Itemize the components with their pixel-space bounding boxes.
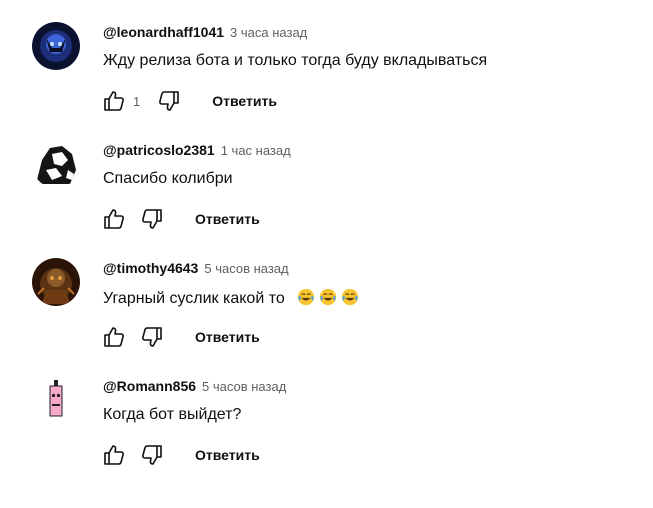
thumbs-down-icon: [159, 91, 180, 111]
thumbs-up-icon: [104, 327, 124, 347]
thumbs-up-icon: [104, 91, 124, 111]
comment-actions: Ответить: [101, 324, 260, 350]
like-button[interactable]: [101, 88, 127, 114]
avatar[interactable]: [32, 22, 80, 70]
face-with-tears-of-joy-icon: [342, 288, 359, 306]
reply-button[interactable]: Ответить: [195, 211, 260, 227]
comment-actions: Ответить: [101, 442, 260, 468]
comment-thread-item: @timothy4643 5 часов назад Угарный суслик…: [0, 236, 653, 354]
comment-text: Спасибо колибри: [103, 170, 233, 187]
reply-button[interactable]: Ответить: [195, 329, 260, 345]
comment-actions: Ответить: [101, 206, 260, 232]
thumbs-down-icon: [142, 445, 162, 465]
comment-thread-item: @Romann856 5 часов назад Когда бот выйдет…: [0, 354, 653, 472]
comment-text: Угарный суслик какой то: [103, 288, 359, 308]
dislike-button[interactable]: [139, 442, 165, 468]
comment-actions: 1 Ответить: [101, 88, 277, 114]
face-with-tears-of-joy-icon: [298, 288, 315, 306]
comment-thread-item: @patricoslo2381 1 час назад Спасибо колиб…: [0, 118, 653, 236]
comment-timestamp[interactable]: 5 часов назад: [202, 379, 286, 394]
avatar[interactable]: [32, 376, 80, 424]
reply-button[interactable]: Ответить: [195, 447, 260, 463]
comment-timestamp[interactable]: 5 часов назад: [204, 261, 288, 276]
reply-button[interactable]: Ответить: [212, 93, 277, 109]
comment-author[interactable]: @Romann856: [103, 378, 196, 394]
thumbs-down-icon: [142, 209, 162, 229]
dislike-button[interactable]: [156, 88, 182, 114]
comment-text: Жду релиза бота и только тогда буду вкла…: [103, 52, 488, 69]
like-button[interactable]: [101, 442, 127, 468]
like-button[interactable]: [101, 206, 127, 232]
comment-thread-item: @leonardhaff1041 3 часа назад Жду релиза …: [0, 0, 653, 118]
emoji-row: [293, 288, 359, 307]
avatar[interactable]: [32, 140, 80, 188]
avatar[interactable]: [32, 258, 80, 306]
comment-text: Когда бот выйдет?: [103, 406, 242, 423]
comment-text-body: Угарный суслик какой то: [103, 290, 285, 307]
like-count: 1: [133, 93, 141, 109]
dislike-button[interactable]: [139, 324, 165, 350]
thumbs-up-icon: [104, 445, 124, 465]
comment-timestamp[interactable]: 3 часа назад: [230, 25, 307, 40]
like-button[interactable]: [101, 324, 127, 350]
comment-author[interactable]: @timothy4643: [103, 260, 198, 276]
thumbs-up-icon: [104, 209, 124, 229]
comment-author[interactable]: @patricoslo2381: [103, 142, 215, 158]
comment-author[interactable]: @leonardhaff1041: [103, 24, 224, 40]
face-with-tears-of-joy-icon: [320, 288, 337, 306]
thumbs-down-icon: [142, 327, 162, 347]
dislike-button[interactable]: [139, 206, 165, 232]
comment-timestamp[interactable]: 1 час назад: [221, 143, 291, 158]
